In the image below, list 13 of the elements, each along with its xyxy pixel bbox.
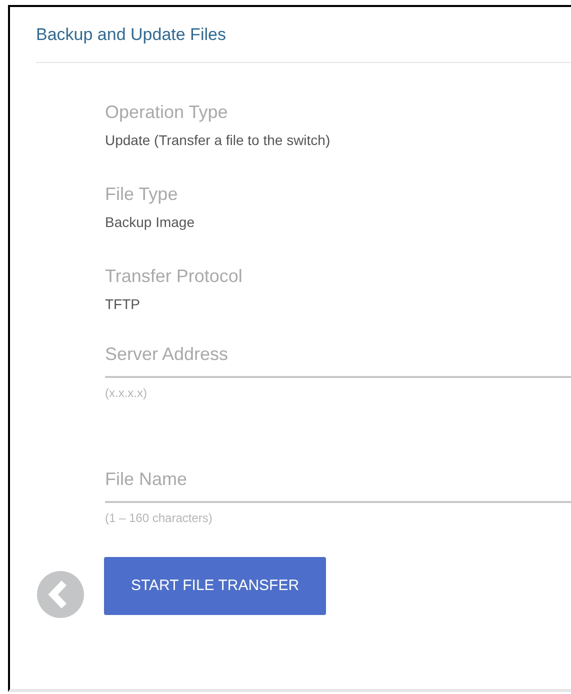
input-hint: (x.x.x.x) bbox=[105, 385, 147, 401]
field-label: File Type bbox=[105, 183, 178, 205]
field-label: Transfer Protocol bbox=[105, 265, 242, 287]
back-icon[interactable] bbox=[37, 571, 84, 618]
field-value: Update (Transfer a file to the switch) bbox=[105, 131, 330, 150]
panel-title: Backup and Update Files bbox=[36, 24, 226, 46]
start-transfer-button[interactable]: START FILE TRANSFER bbox=[104, 556, 326, 614]
input-field[interactable]: Server Address bbox=[105, 332, 571, 378]
field-value: TFTP bbox=[105, 295, 140, 314]
input-hint: (1 – 160 characters) bbox=[105, 510, 212, 526]
field-label: Operation Type bbox=[105, 101, 228, 123]
input-field[interactable]: File Name bbox=[105, 457, 571, 503]
field-value: Backup Image bbox=[105, 213, 194, 232]
